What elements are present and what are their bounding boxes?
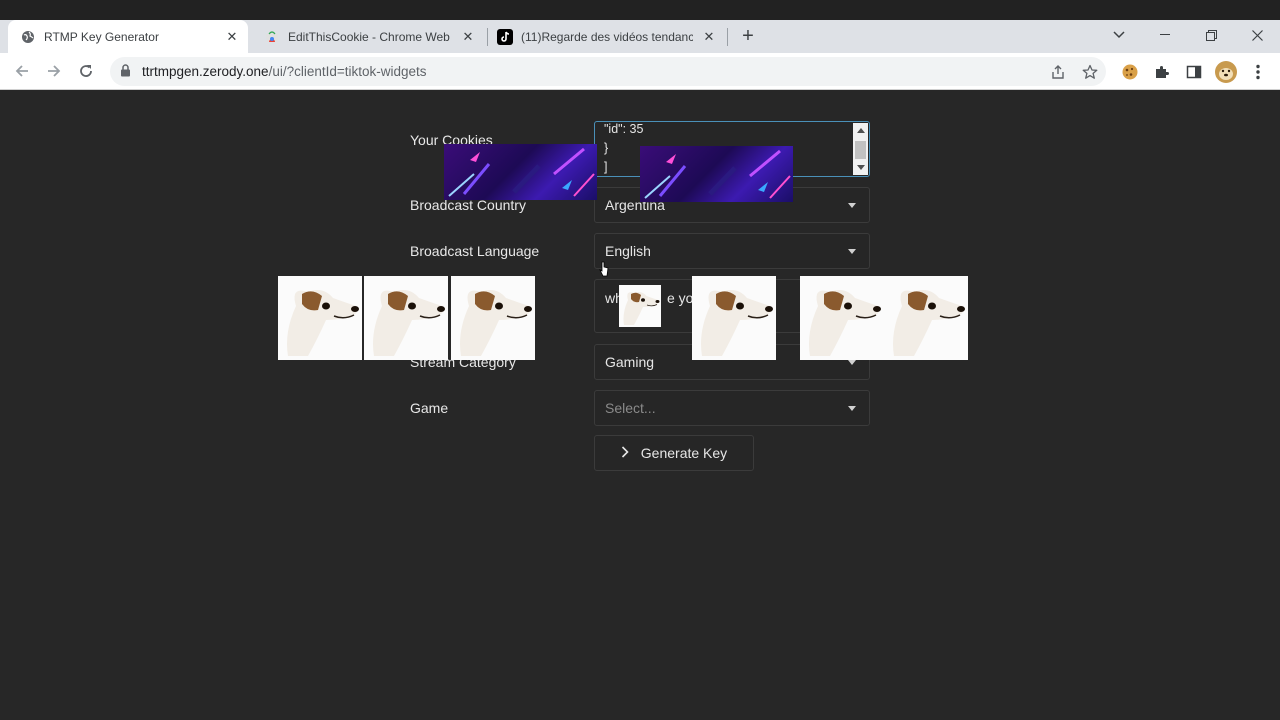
- dog-image-overlay: [278, 276, 362, 360]
- tab-separator: [487, 28, 488, 46]
- tab-editthiscookie[interactable]: EditThisCookie - Chrome Web St ✕: [252, 20, 484, 53]
- chrome-webstore-icon: [264, 29, 280, 45]
- language-select[interactable]: English: [594, 233, 870, 269]
- cookies-text: "id": 35 } ]: [604, 122, 644, 174]
- tab-tiktok[interactable]: (11)Regarde des vidéos tendance ✕: [489, 20, 725, 53]
- new-tab-button[interactable]: +: [737, 24, 759, 48]
- url-host: ttrtmpgen.zerody.one: [142, 64, 269, 79]
- tab-close-icon[interactable]: ✕: [460, 29, 476, 45]
- page-content: Your Cookies "id": 35 } ] Broadcast Coun…: [0, 91, 1280, 720]
- tab-title: EditThisCookie - Chrome Web St: [288, 29, 452, 44]
- game-label: Game: [410, 400, 449, 416]
- tab-close-icon[interactable]: ✕: [701, 29, 717, 45]
- reload-button[interactable]: [73, 58, 99, 84]
- purple-banner-overlay: [444, 144, 597, 200]
- dog-image-overlay: [692, 276, 776, 360]
- address-bar[interactable]: ttrtmpgen.zerody.one/ui/?clientId=tiktok…: [110, 57, 1106, 86]
- tab-title: (11)Regarde des vidéos tendance: [521, 29, 693, 44]
- tab-close-icon[interactable]: ✕: [224, 29, 240, 45]
- share-icon[interactable]: [1049, 63, 1067, 81]
- tab-search-icon[interactable]: [1096, 20, 1142, 50]
- language-label: Broadcast Language: [410, 243, 540, 259]
- caret-down-icon: [848, 249, 856, 254]
- caret-down-icon: [848, 203, 856, 208]
- tiktok-icon: [497, 28, 513, 45]
- game-placeholder: Select...: [605, 400, 656, 416]
- generate-key-button[interactable]: Generate Key: [594, 435, 754, 471]
- bookmark-star-icon[interactable]: [1081, 63, 1099, 81]
- globe-icon: [20, 29, 36, 45]
- mouse-cursor-icon: [599, 261, 609, 282]
- dog-image-overlay: [364, 276, 448, 360]
- tab-strip: RTMP Key Generator ✕ EditThisCookie - Ch…: [0, 20, 1280, 53]
- restore-button[interactable]: [1188, 20, 1234, 50]
- side-panel-icon[interactable]: [1184, 62, 1204, 82]
- dog-image-overlay: [451, 276, 535, 360]
- close-window-button[interactable]: [1234, 20, 1280, 50]
- scroll-down-arrow-icon[interactable]: [857, 165, 865, 170]
- browser-toolbar: ttrtmpgen.zerody.one/ui/?clientId=tiktok…: [0, 53, 1280, 90]
- profile-avatar[interactable]: [1214, 60, 1238, 84]
- generate-key-label: Generate Key: [640, 445, 728, 461]
- textarea-scrollbar[interactable]: [853, 123, 868, 175]
- dog-image-overlay: [800, 276, 884, 360]
- forward-button[interactable]: [41, 58, 67, 84]
- category-value: Gaming: [605, 354, 655, 370]
- extensions-puzzle-icon[interactable]: [1152, 62, 1172, 82]
- window-titlebar: [0, 0, 1280, 20]
- url-path: /ui/?clientId=tiktok-widgets: [268, 64, 427, 79]
- chevron-right-icon: [621, 445, 629, 461]
- language-value: English: [605, 243, 651, 259]
- url-text: ttrtmpgen.zerody.one/ui/?clientId=tiktok…: [142, 64, 427, 79]
- scroll-up-arrow-icon[interactable]: [857, 128, 865, 133]
- scroll-thumb[interactable]: [855, 141, 866, 159]
- lock-icon[interactable]: [120, 64, 131, 82]
- purple-banner-overlay: [640, 146, 793, 202]
- back-button[interactable]: [9, 58, 35, 84]
- minimize-button[interactable]: [1142, 20, 1188, 50]
- caret-down-icon: [848, 360, 856, 365]
- dog-image-overlay: [884, 276, 968, 360]
- tab-separator: [727, 28, 728, 46]
- menu-kebab-icon[interactable]: [1248, 62, 1268, 82]
- tab-title: RTMP Key Generator: [44, 29, 159, 44]
- game-select[interactable]: Select...: [594, 390, 870, 426]
- caret-down-icon: [848, 406, 856, 411]
- dog-image-overlay-small: [619, 285, 661, 327]
- tab-rtmp-key-generator[interactable]: RTMP Key Generator ✕: [8, 20, 248, 53]
- cookie-extension-icon[interactable]: [1120, 62, 1140, 82]
